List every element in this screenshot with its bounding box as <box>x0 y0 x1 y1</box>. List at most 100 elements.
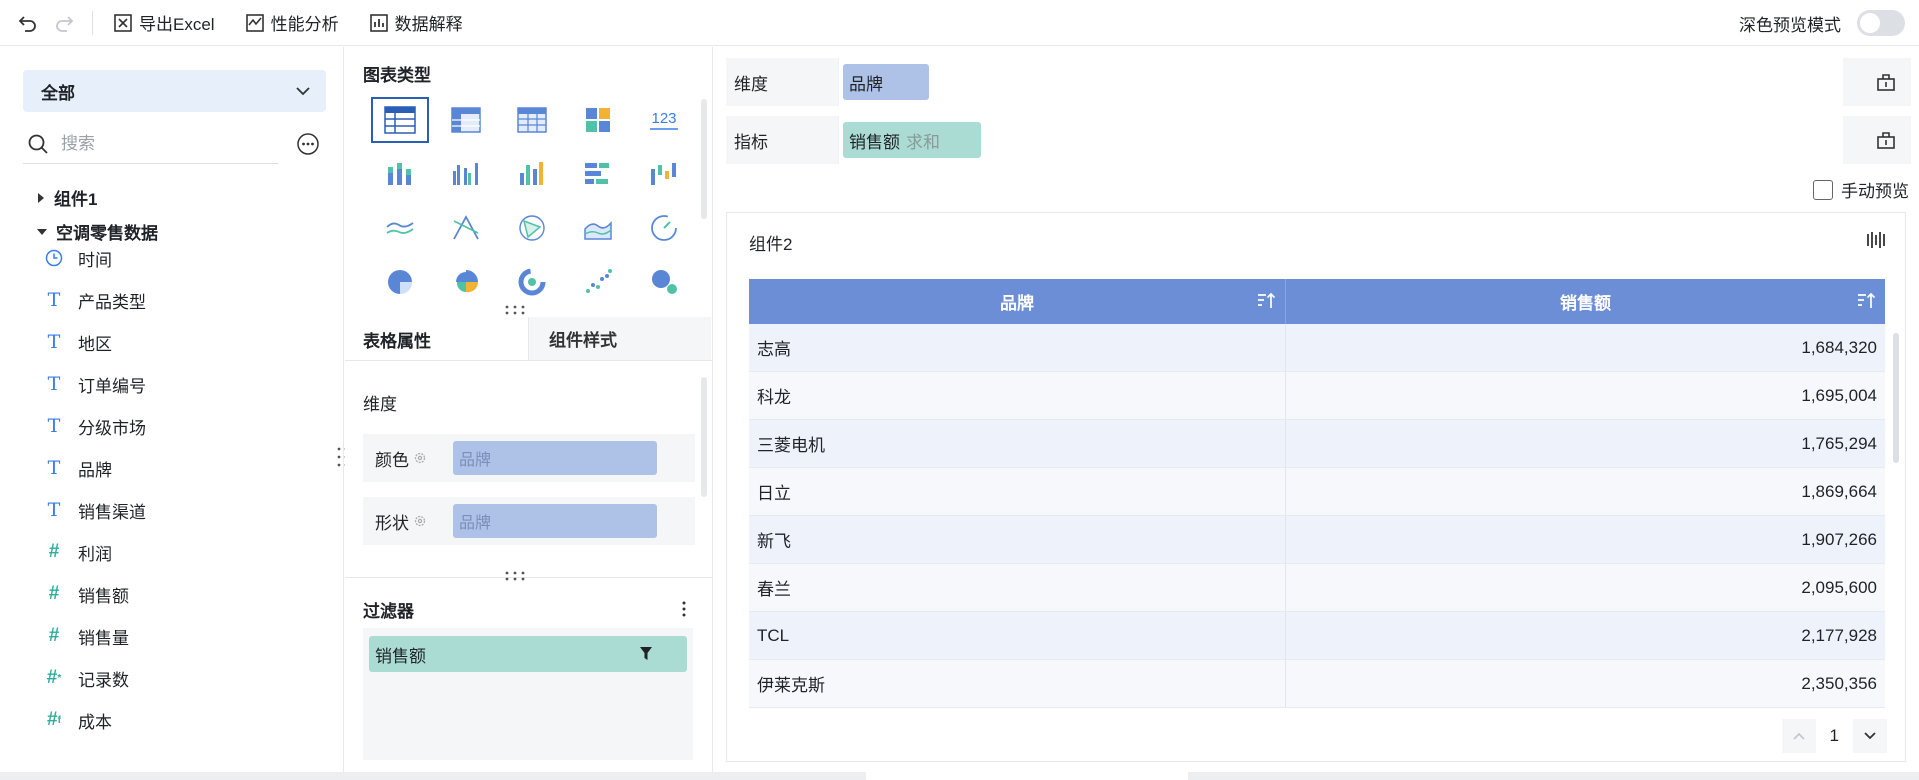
table-row[interactable]: 志高 1,684,320 <box>749 324 1885 372</box>
field-item-record-count[interactable]: # * 记录数 <box>44 663 129 693</box>
page-prev-button[interactable] <box>1781 719 1816 753</box>
kpi-card-icon <box>586 108 610 132</box>
search-input[interactable] <box>61 133 261 154</box>
rose-chart-icon <box>456 270 479 293</box>
performance-analysis-button[interactable]: 性能分析 <box>237 7 347 39</box>
undo-icon[interactable] <box>10 5 46 41</box>
table-row[interactable]: TCL 2,177,928 <box>749 612 1885 660</box>
gear-icon[interactable] <box>413 451 427 465</box>
chart-type-scatter[interactable] <box>565 255 631 309</box>
page-next-button[interactable] <box>1853 719 1887 753</box>
chart-type-scatter-line[interactable] <box>433 201 499 255</box>
table-header: 品牌 销售额 <box>749 279 1885 324</box>
chart-type-waterfall[interactable] <box>631 147 697 201</box>
dimension-drop-zone[interactable]: 品牌 <box>838 58 1843 106</box>
metric-chip-sales-amount[interactable]: 销售额 求和 <box>843 122 981 158</box>
field-item-cost[interactable]: # f 成本 <box>44 705 112 735</box>
tree-group-component1[interactable]: 组件1 <box>36 185 97 210</box>
properties-scrollbar[interactable] <box>701 377 707 497</box>
filter-item-sales-amount[interactable]: 销售额 <box>369 636 687 672</box>
tab-component-style[interactable]: 组件样式 <box>528 317 711 361</box>
data-explain-button[interactable]: 数据解释 <box>361 7 471 39</box>
filter-more-icon[interactable] <box>679 600 689 618</box>
cell-sales: 2,095,600 <box>1801 577 1877 597</box>
field-item-product-type[interactable]: T 产品类型 <box>44 285 146 315</box>
chevron-up-icon <box>1792 732 1805 740</box>
dimension-shelf: 维度 品牌 <box>726 58 1911 106</box>
field-item-order-id[interactable]: T 订单编号 <box>44 369 146 399</box>
field-item-region[interactable]: T 地区 <box>44 327 112 357</box>
clock-icon <box>44 248 64 268</box>
table-body: 志高 1,684,320 科龙 1,695,004 三菱电机 1,765,294 日立… <box>749 324 1885 708</box>
tree-group-ac-retail[interactable]: 空调零售数据 <box>36 219 158 244</box>
metric-drop-zone[interactable]: 销售额 求和 <box>838 116 1843 164</box>
field-item-market-tier[interactable]: T 分级市场 <box>44 411 146 441</box>
field-item-profit[interactable]: # 利润 <box>44 537 112 567</box>
dimension-chip-brand[interactable]: 品牌 <box>843 64 929 100</box>
redo-icon[interactable] <box>46 5 82 41</box>
chart-type-pie[interactable] <box>367 255 433 309</box>
table-scrollbar[interactable] <box>1893 333 1899 463</box>
text-type-icon: T <box>47 289 61 311</box>
dark-preview-control: 深色预览模式 <box>1739 0 1905 46</box>
bottom-tab[interactable] <box>866 772 1188 780</box>
widget-chart-switch-icon[interactable] <box>1865 229 1887 251</box>
number-type-icon: # <box>48 625 60 646</box>
excel-icon <box>114 13 132 32</box>
area-chart-icon <box>584 221 612 240</box>
waterfall-icon <box>651 163 676 185</box>
field-item-sales-amount[interactable]: # 销售额 <box>44 579 129 609</box>
chart-type-line[interactable] <box>367 201 433 255</box>
export-excel-button[interactable]: 导出Excel <box>105 7 223 39</box>
chart-type-area[interactable] <box>565 201 631 255</box>
gear-icon[interactable] <box>413 514 427 528</box>
table-row[interactable]: 科龙 1,695,004 <box>749 372 1885 420</box>
chart-type-gauge[interactable] <box>631 201 697 255</box>
table-row[interactable]: 三菱电机 1,765,294 <box>749 420 1885 468</box>
chart-type-bubble[interactable] <box>631 255 697 309</box>
field-item-sales-volume[interactable]: # 销售量 <box>44 621 129 651</box>
shelf-settings-icon[interactable] <box>1875 71 1897 93</box>
chart-type-detail-table[interactable] <box>499 93 565 147</box>
chart-type-grouped-bar[interactable] <box>433 147 499 201</box>
chart-type-horizontal-bar[interactable] <box>565 147 631 201</box>
filter-icon[interactable] <box>639 646 653 662</box>
sort-icon[interactable] <box>1255 290 1277 312</box>
table-row[interactable]: 日立 1,869,664 <box>749 468 1885 516</box>
chart-type-rose[interactable] <box>433 255 499 309</box>
chart-type-stacked-bar[interactable] <box>367 147 433 201</box>
field-label: 地区 <box>78 334 112 354</box>
color-field-drop-zone[interactable]: 品牌 <box>453 441 657 475</box>
dark-preview-label: 深色预览模式 <box>1739 15 1841 35</box>
chart-type-donut[interactable] <box>499 255 565 309</box>
dimension-chip-label: 品牌 <box>849 74 883 94</box>
chart-type-bar[interactable] <box>499 147 565 201</box>
table-row[interactable]: 春兰 2,095,600 <box>749 564 1885 612</box>
chevron-down-icon <box>1864 732 1876 740</box>
chart-type-number[interactable]: 123 <box>631 93 697 147</box>
field-item-sales-channel[interactable]: T 销售渠道 <box>44 495 146 525</box>
filter-resize-handle[interactable] <box>503 571 527 581</box>
sort-icon[interactable] <box>1855 290 1877 312</box>
chart-type-radar[interactable] <box>499 201 565 255</box>
filter-drop-zone[interactable]: 销售额 <box>363 628 693 760</box>
tab-table-properties[interactable]: 表格属性 <box>345 317 528 361</box>
dark-preview-toggle[interactable] <box>1857 10 1905 36</box>
table-row[interactable]: 伊莱克斯 2,350,356 <box>749 660 1885 708</box>
shelf-settings-icon[interactable] <box>1875 129 1897 151</box>
chart-type-table[interactable] <box>367 93 433 147</box>
section-resize-handle[interactable] <box>503 305 527 315</box>
field-item-time[interactable]: 时间 <box>44 243 112 273</box>
manual-preview-checkbox[interactable] <box>1813 179 1833 200</box>
more-options-icon[interactable] <box>296 132 320 156</box>
shape-field-drop-zone[interactable]: 品牌 <box>453 504 657 538</box>
field-item-brand[interactable]: T 品牌 <box>44 453 112 483</box>
field-label: 产品类型 <box>78 292 146 312</box>
field-label: 成本 <box>78 712 112 732</box>
table-row[interactable]: 新飞 1,907,266 <box>749 516 1885 564</box>
chart-type-crosstab[interactable] <box>433 93 499 147</box>
chart-type-kpi-card[interactable] <box>565 93 631 147</box>
chart-types-scrollbar[interactable] <box>701 99 707 219</box>
dataset-dropdown[interactable]: 全部 <box>23 70 326 112</box>
toolbar-divider <box>92 10 93 35</box>
